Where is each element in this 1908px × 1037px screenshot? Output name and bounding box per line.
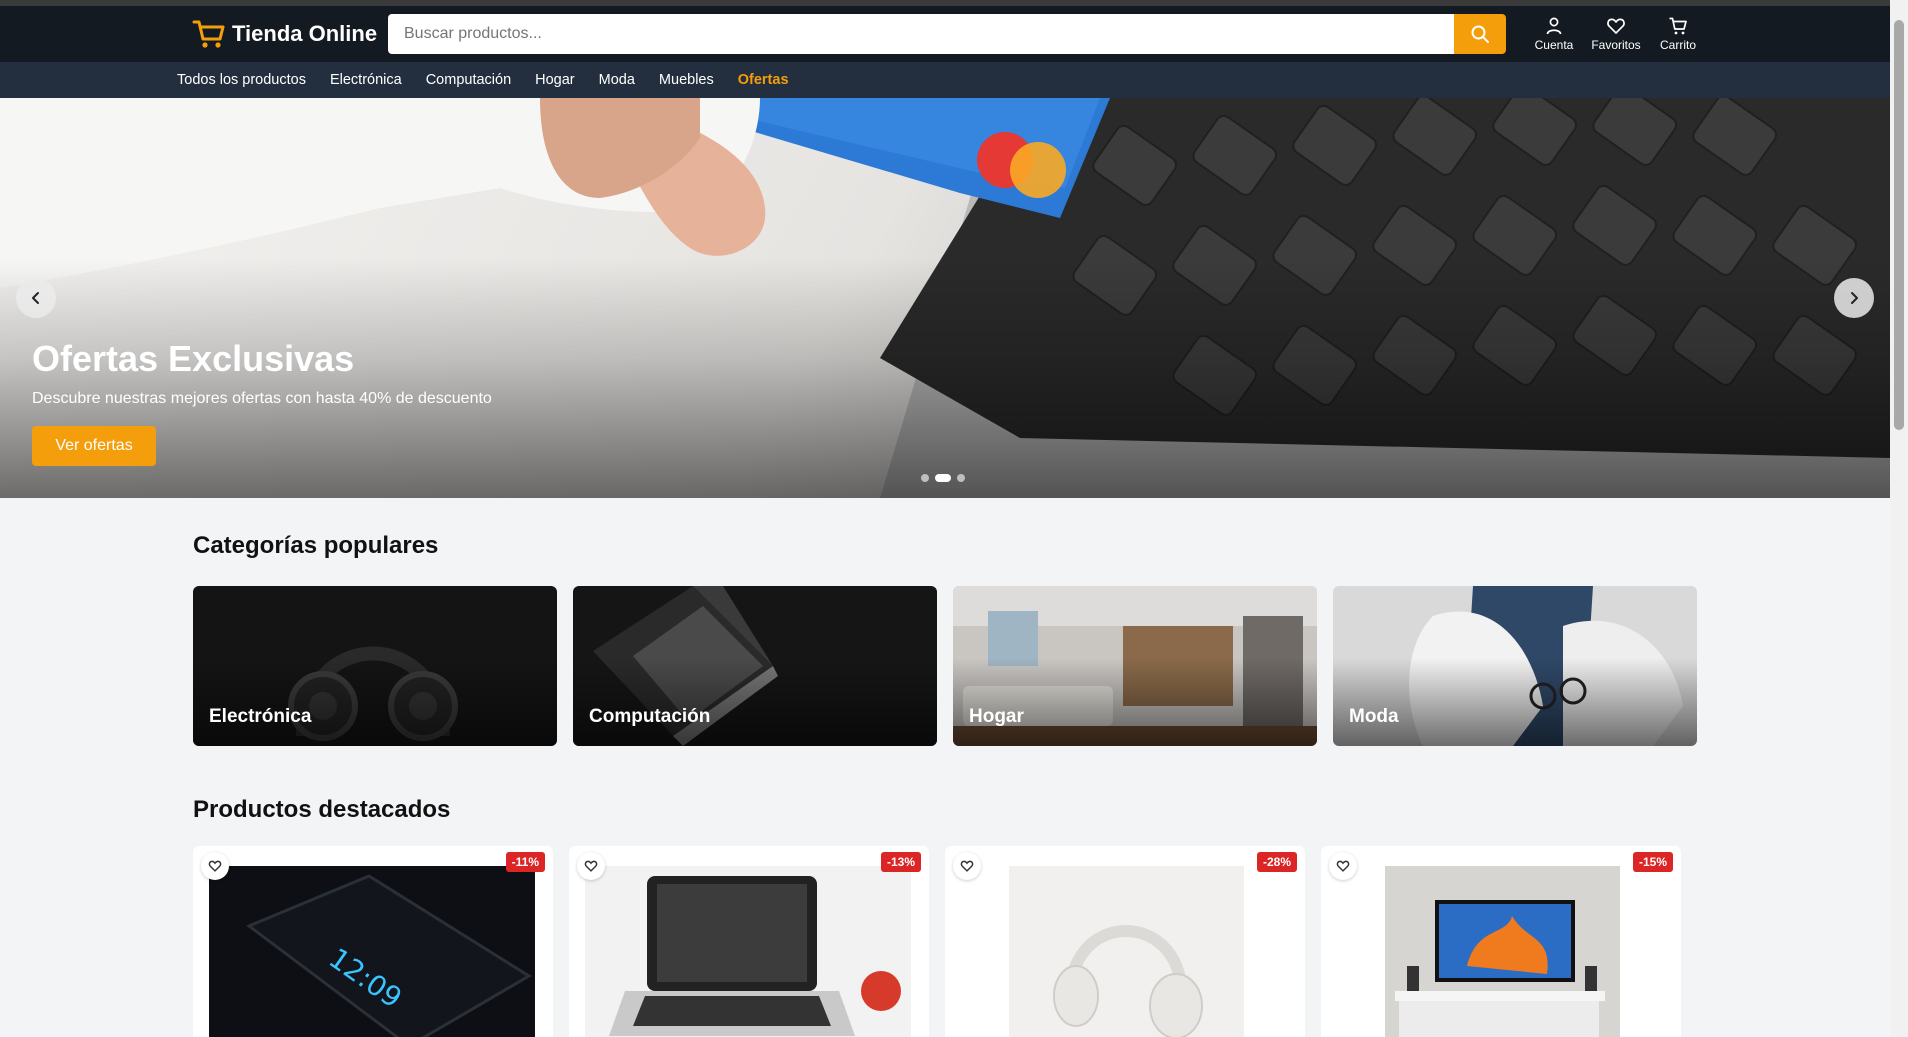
smartphone-image: 12:09	[209, 866, 535, 1037]
featured-products-title: Productos destacados	[193, 796, 451, 823]
discount-badge: -13%	[880, 852, 921, 872]
product-card[interactable]: -28%	[945, 846, 1305, 1037]
hero-overlay	[0, 98, 1890, 498]
carousel-dot-2[interactable]	[935, 474, 951, 482]
product-image	[961, 866, 1287, 1037]
discount-badge: -28%	[1256, 852, 1297, 872]
hero-banner: Ofertas Exclusivas Descubre nuestras mej…	[0, 98, 1890, 498]
header-actions: Cuenta Favoritos Carrito	[1530, 16, 1702, 52]
discount-badge: -11%	[505, 852, 545, 872]
hero-prev-button[interactable]	[16, 278, 56, 318]
category-card-computacion[interactable]: Computación	[573, 586, 937, 746]
cart-button[interactable]: Carrito	[1654, 16, 1702, 52]
nav-item-electronica[interactable]: Electrónica	[330, 72, 402, 88]
product-card[interactable]: -15%	[1321, 846, 1681, 1037]
nav-item-computacion[interactable]: Computación	[426, 72, 511, 88]
product-card[interactable]: -13%	[569, 846, 929, 1037]
heart-icon	[584, 860, 598, 872]
heart-icon	[208, 860, 222, 872]
category-nav: Todos los productos Electrónica Computac…	[0, 62, 1890, 98]
hero-title: Ofertas Exclusivas	[32, 338, 355, 379]
search-input[interactable]	[388, 14, 1454, 54]
user-icon	[1546, 17, 1562, 35]
chevron-left-icon	[32, 292, 39, 304]
category-label: Hogar	[969, 706, 1024, 727]
search-bar	[388, 14, 1506, 54]
cart-logo-icon	[192, 20, 225, 48]
category-label: Computación	[589, 706, 711, 727]
popular-categories-title: Categorías populares	[193, 532, 439, 559]
nav-item-hogar[interactable]: Hogar	[535, 72, 575, 88]
scrollbar-thumb[interactable]	[1894, 20, 1904, 430]
favorite-button[interactable]	[577, 852, 605, 880]
page-scrollbar[interactable]	[1890, 0, 1908, 1037]
account-label: Cuenta	[1534, 38, 1574, 52]
category-grid: Electrónica Computación Hogar Moda	[193, 586, 1697, 746]
nav-item-ofertas[interactable]: Ofertas	[738, 72, 789, 88]
search-button[interactable]	[1454, 14, 1506, 54]
search-icon	[1471, 25, 1489, 43]
heart-icon	[1336, 860, 1350, 872]
brand-logo[interactable]: Tienda Online	[192, 18, 377, 50]
favorites-label: Favoritos	[1591, 38, 1641, 52]
heart-icon	[960, 860, 974, 872]
brand-name: Tienda Online	[232, 21, 378, 46]
carousel-dot-3[interactable]	[957, 474, 965, 482]
favorite-button[interactable]	[201, 852, 229, 880]
product-card[interactable]: -11% 12:09	[193, 846, 553, 1037]
hero-subtitle: Descubre nuestras mejores ofertas con ha…	[32, 390, 492, 407]
category-card-moda[interactable]: Moda	[1333, 586, 1697, 746]
nav-item-muebles[interactable]: Muebles	[659, 72, 714, 88]
product-image	[585, 866, 911, 1037]
product-image: 12:09	[209, 866, 535, 1037]
white-headphones-image	[961, 866, 1287, 1037]
category-card-electronica[interactable]: Electrónica	[193, 586, 557, 746]
cart-label: Carrito	[1659, 38, 1696, 52]
cart-icon	[1669, 17, 1687, 35]
featured-products-grid: -11% 12:09 -13% -28% -15%	[193, 846, 1681, 1037]
category-card-hogar[interactable]: Hogar	[953, 586, 1317, 746]
category-label: Moda	[1349, 706, 1399, 727]
chevron-right-icon	[1851, 292, 1858, 304]
favorite-button[interactable]	[953, 852, 981, 880]
favorite-button[interactable]	[1329, 852, 1357, 880]
category-label: Electrónica	[209, 706, 312, 727]
heart-icon	[1607, 18, 1625, 34]
nav-item-todos[interactable]: Todos los productos	[177, 72, 306, 88]
laptop-product-image	[585, 866, 911, 1037]
carousel-dot-1[interactable]	[921, 474, 929, 482]
site-header: Tienda Online Cuenta Favoritos	[0, 6, 1890, 62]
discount-badge: -15%	[1632, 852, 1673, 872]
see-offers-button[interactable]: Ver ofertas	[32, 426, 156, 466]
nav-item-moda[interactable]: Moda	[599, 72, 635, 88]
monitor-desk-image	[1337, 866, 1663, 1037]
account-button[interactable]: Cuenta	[1530, 16, 1578, 52]
product-image	[1337, 866, 1663, 1037]
favorites-button[interactable]: Favoritos	[1591, 16, 1641, 52]
hero-next-button[interactable]	[1834, 278, 1874, 318]
carousel-indicators	[921, 474, 965, 482]
